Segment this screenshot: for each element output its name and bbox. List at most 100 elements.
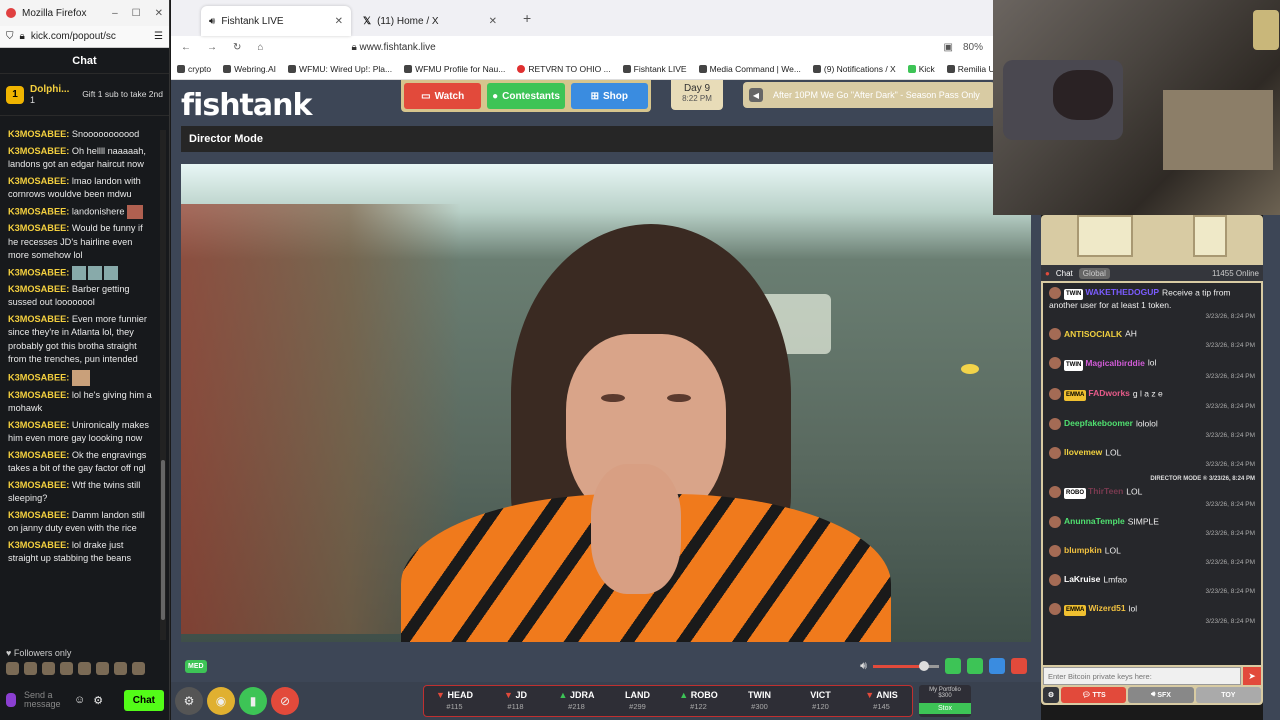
block-icon[interactable]: ⊘ <box>271 687 299 715</box>
cam-robo[interactable]: ▲ ROBO #122 <box>668 686 729 716</box>
cam-jdra[interactable]: ▲ JDRA #218 <box>546 686 607 716</box>
chat-input[interactable] <box>1043 667 1241 685</box>
tab-chat[interactable]: ● <box>1045 269 1050 278</box>
avatar[interactable] <box>1049 516 1061 528</box>
cam-jd[interactable]: ▼ JD #118 <box>485 686 546 716</box>
gear-icon[interactable]: ⚙ <box>175 687 203 715</box>
cam-anis[interactable]: ▼ ANIS #145 <box>851 686 912 716</box>
scroll-thumb[interactable] <box>161 460 165 620</box>
zoom-level[interactable]: 80% <box>963 42 983 53</box>
tab-chat-label[interactable]: Chat <box>1056 269 1073 278</box>
avatar[interactable] <box>1049 574 1061 586</box>
watch-button[interactable]: ▭ Watch <box>404 83 482 109</box>
volume-icon[interactable]: 🔊︎ <box>860 660 867 673</box>
emote-icon[interactable] <box>132 662 145 675</box>
cam-land[interactable]: LAND #299 <box>607 686 668 716</box>
emote-icon[interactable] <box>60 662 73 675</box>
fishtank-logo[interactable]: fishtank <box>181 88 312 123</box>
chat-username[interactable]: LaKruise <box>1064 574 1100 584</box>
cam-vict[interactable]: VICT #120 <box>790 686 851 716</box>
back-icon[interactable]: ← <box>181 42 191 53</box>
emote-icon[interactable] <box>96 662 109 675</box>
volume-handle[interactable] <box>919 660 929 671</box>
quality-badge[interactable]: MED <box>185 659 207 673</box>
tab-fishtank[interactable]: 🔊︎ Fishtank LIVE ✕ <box>201 6 351 36</box>
avatar[interactable] <box>1049 446 1061 459</box>
avatar[interactable] <box>1049 603 1061 615</box>
bookmark-item[interactable]: (9) Notifications / X <box>812 64 896 74</box>
emoji-icon[interactable]: ☺ <box>74 694 85 706</box>
avatar[interactable] <box>1049 485 1061 498</box>
bookmark-item[interactable]: WFMU Profile for Nau... <box>404 64 505 74</box>
tab-global[interactable]: Global <box>1078 267 1110 279</box>
shop-button[interactable]: ⊞ Shop <box>570 83 648 109</box>
toy-button[interactable]: TOY <box>1195 687 1261 703</box>
speaker-icon[interactable]: 🔊︎ <box>209 16 215 27</box>
avatar[interactable] <box>1049 328 1061 341</box>
cam-twin[interactable]: TWIN #300 <box>729 686 790 716</box>
close-icon[interactable]: ✕ <box>155 8 163 19</box>
contestants-button[interactable]: ● Contestants <box>487 83 565 109</box>
close-tab-icon[interactable]: ✕ <box>335 16 343 27</box>
video-player[interactable] <box>181 164 1031 642</box>
maximize-icon[interactable]: ☐ <box>132 8 141 19</box>
close-tab-icon[interactable]: ✕ <box>489 16 497 27</box>
chat-send-button[interactable]: Chat <box>123 689 164 711</box>
pinned-gift-bar[interactable]: 1 Dolphi... 1 Gift 1 sub to take 2nd <box>0 74 169 116</box>
arrow-left-icon[interactable]: ◀ <box>749 88 763 102</box>
chat-username[interactable]: AnunnaTemple <box>1064 516 1125 526</box>
chat-username[interactable]: Magicalbirddie <box>1085 358 1145 368</box>
new-tab-icon[interactable]: + <box>523 10 531 26</box>
chat-input[interactable]: Send a message <box>24 691 66 709</box>
chat-username[interactable]: FADworks <box>1088 388 1130 398</box>
kick-url-bar[interactable]: ⛉ 🔒︎ kick.com/popout/sc ☰ <box>0 26 169 48</box>
fullscreen-icon[interactable] <box>989 658 1005 674</box>
gift-sub-text[interactable]: Gift 1 sub to take 2nd <box>82 89 163 99</box>
record-icon[interactable] <box>1011 658 1027 674</box>
reload-icon[interactable]: ↻ <box>233 42 241 53</box>
chat-username[interactable]: blumpkin <box>1064 545 1102 555</box>
send-icon[interactable]: ➤ <box>1243 667 1261 685</box>
clip-icon[interactable] <box>945 658 961 674</box>
minimize-icon[interactable]: – <box>112 8 118 19</box>
menu-icon[interactable]: ☰ <box>154 31 163 42</box>
avatar[interactable] <box>1049 545 1061 557</box>
chat-username[interactable]: ThirTeen <box>1088 486 1123 496</box>
emote-icon[interactable] <box>78 662 91 675</box>
bookmark-item[interactable]: WFMU: Wired Up!: Pla... <box>288 64 392 74</box>
bookmark-item[interactable]: Webring.AI <box>223 64 276 74</box>
avatar[interactable] <box>1049 287 1061 299</box>
coins-icon[interactable]: ◉ <box>207 687 235 715</box>
emote-icon[interactable] <box>24 662 37 675</box>
gear-icon[interactable]: ⚙ <box>1043 687 1059 703</box>
announcement-ticker[interactable]: ◀ After 10PM We Go "After Dark" - Season… <box>743 82 995 108</box>
emote-bar[interactable] <box>6 662 145 675</box>
portfolio-widget[interactable]: My Portfolio $300 Stox <box>919 685 971 717</box>
avatar[interactable] <box>1049 387 1061 400</box>
url-bar[interactable]: 🔒︎ www.fishtank.live <box>351 42 435 53</box>
emote-icon[interactable] <box>42 662 55 675</box>
mic-icon[interactable] <box>6 693 16 707</box>
sfx-button[interactable]: 🔊︎ SFX <box>1128 687 1194 703</box>
volume-slider[interactable] <box>873 660 939 671</box>
bookmark-item[interactable]: Fishtank LIVE <box>622 64 687 74</box>
emote-icon[interactable] <box>6 662 19 675</box>
bookmark-item[interactable]: Remilia User Profiles <box>946 64 993 74</box>
reader-icon[interactable]: ▣ <box>944 42 953 53</box>
tts-button[interactable]: 💬︎ TTS <box>1061 687 1127 703</box>
avatar[interactable] <box>1049 357 1061 370</box>
emote-icon[interactable] <box>114 662 127 675</box>
bookmark-item[interactable]: Media Command | We... <box>698 64 801 74</box>
chat-username[interactable]: Wizerd51 <box>1088 603 1125 613</box>
chat-username[interactable]: ANTISOCIALK <box>1064 329 1122 339</box>
chat-username[interactable]: WAKETHEDOGUP <box>1085 287 1159 297</box>
chat-username[interactable]: Deepfakeboomer <box>1064 418 1133 428</box>
chat-username[interactable]: llovemew <box>1064 447 1102 457</box>
bookmark-item[interactable]: Kick <box>907 64 935 74</box>
home-icon[interactable]: ⌂ <box>257 42 263 53</box>
cam-head[interactable]: ▼ HEAD #115 <box>424 686 485 716</box>
forward-icon[interactable]: → <box>207 42 217 53</box>
item-icon[interactable]: ▮ <box>239 687 267 715</box>
bookmark-item[interactable]: crypto <box>177 64 211 74</box>
tab-x[interactable]: 𝕏 (11) Home / X ✕ <box>355 6 505 36</box>
